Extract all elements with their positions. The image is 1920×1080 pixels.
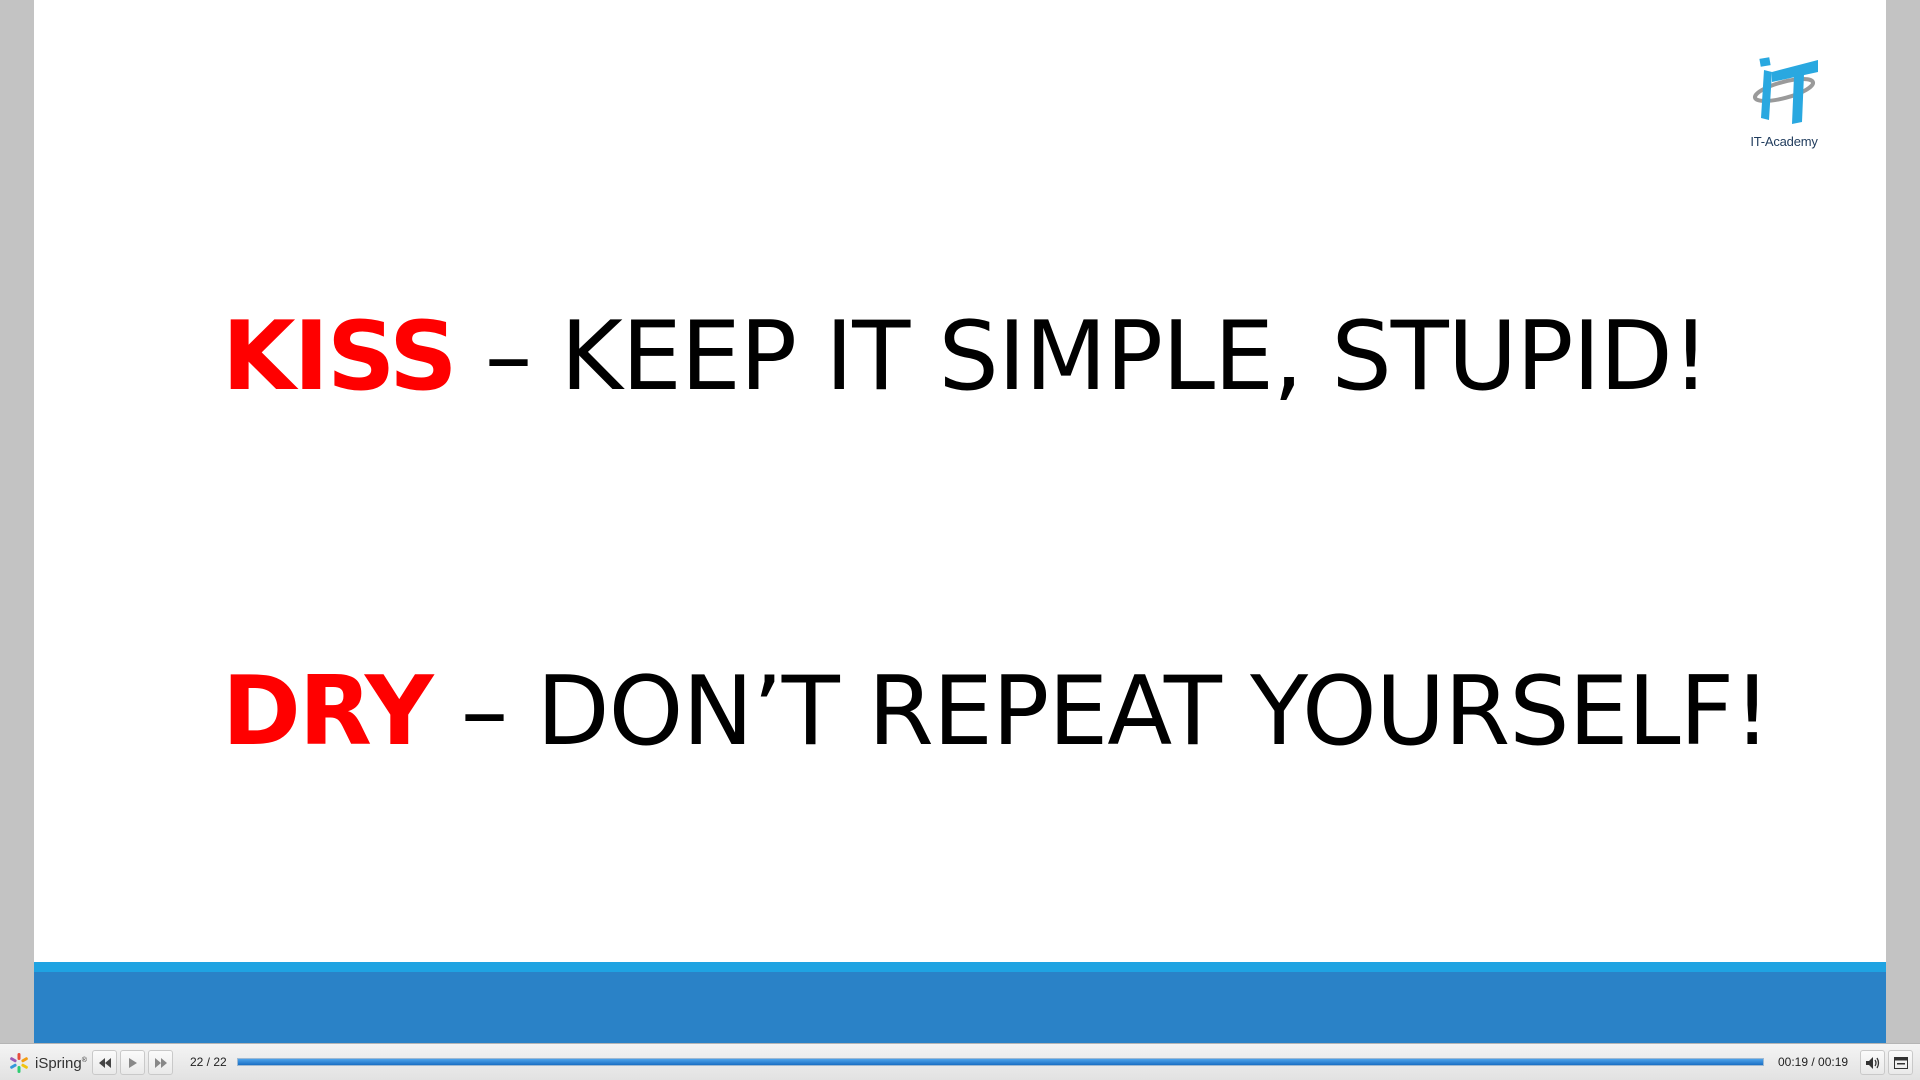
- progress-bar[interactable]: [237, 1058, 1764, 1066]
- fast-forward-button[interactable]: [148, 1050, 173, 1075]
- footer-band-light: [34, 962, 1886, 972]
- fast-forward-icon: [154, 1057, 167, 1068]
- play-icon: [128, 1057, 137, 1068]
- logo-mark-icon: [1752, 57, 1818, 124]
- rewind-icon: [98, 1057, 111, 1068]
- kiss-acronym: KISS: [222, 302, 458, 412]
- kiss-definition: – KEEP IT SIMPLE, STUPID!: [455, 302, 1710, 412]
- logo-text: IT-Academy: [1750, 134, 1818, 149]
- footer-band-dark: [34, 972, 1886, 1043]
- fullscreen-icon: [1893, 1056, 1908, 1069]
- presentation-stage: IT-Academy KISS – KEEP IT SIMPLE, STUPID…: [0, 0, 1920, 1043]
- fullscreen-button[interactable]: [1888, 1050, 1913, 1075]
- slide: IT-Academy KISS – KEEP IT SIMPLE, STUPID…: [34, 0, 1886, 1043]
- it-academy-logo: IT-Academy: [1742, 50, 1826, 154]
- kiss-line: KISS – KEEP IT SIMPLE, STUPID!: [222, 310, 1710, 405]
- ispring-logo-icon: [10, 1053, 28, 1073]
- time-display: 00:19 / 00:19: [1778, 1055, 1849, 1069]
- play-button[interactable]: [120, 1050, 145, 1075]
- ispring-brand[interactable]: iSpring®: [8, 1052, 87, 1074]
- brand-name: iSpring®: [35, 1054, 87, 1072]
- rewind-button[interactable]: [92, 1050, 117, 1075]
- volume-button[interactable]: [1860, 1050, 1885, 1075]
- player-toolbar: iSpring® 22 / 22 00:19 / 00:19: [0, 1043, 1920, 1080]
- dry-line: DRY – DON’T REPEAT YOURSELF!: [222, 665, 1771, 760]
- volume-icon: [1865, 1056, 1879, 1069]
- dry-acronym: DRY: [222, 657, 434, 767]
- progress-fill: [238, 1059, 1763, 1065]
- slide-counter: 22 / 22: [190, 1055, 227, 1069]
- dry-definition: – DON’T REPEAT YOURSELF!: [431, 657, 1771, 767]
